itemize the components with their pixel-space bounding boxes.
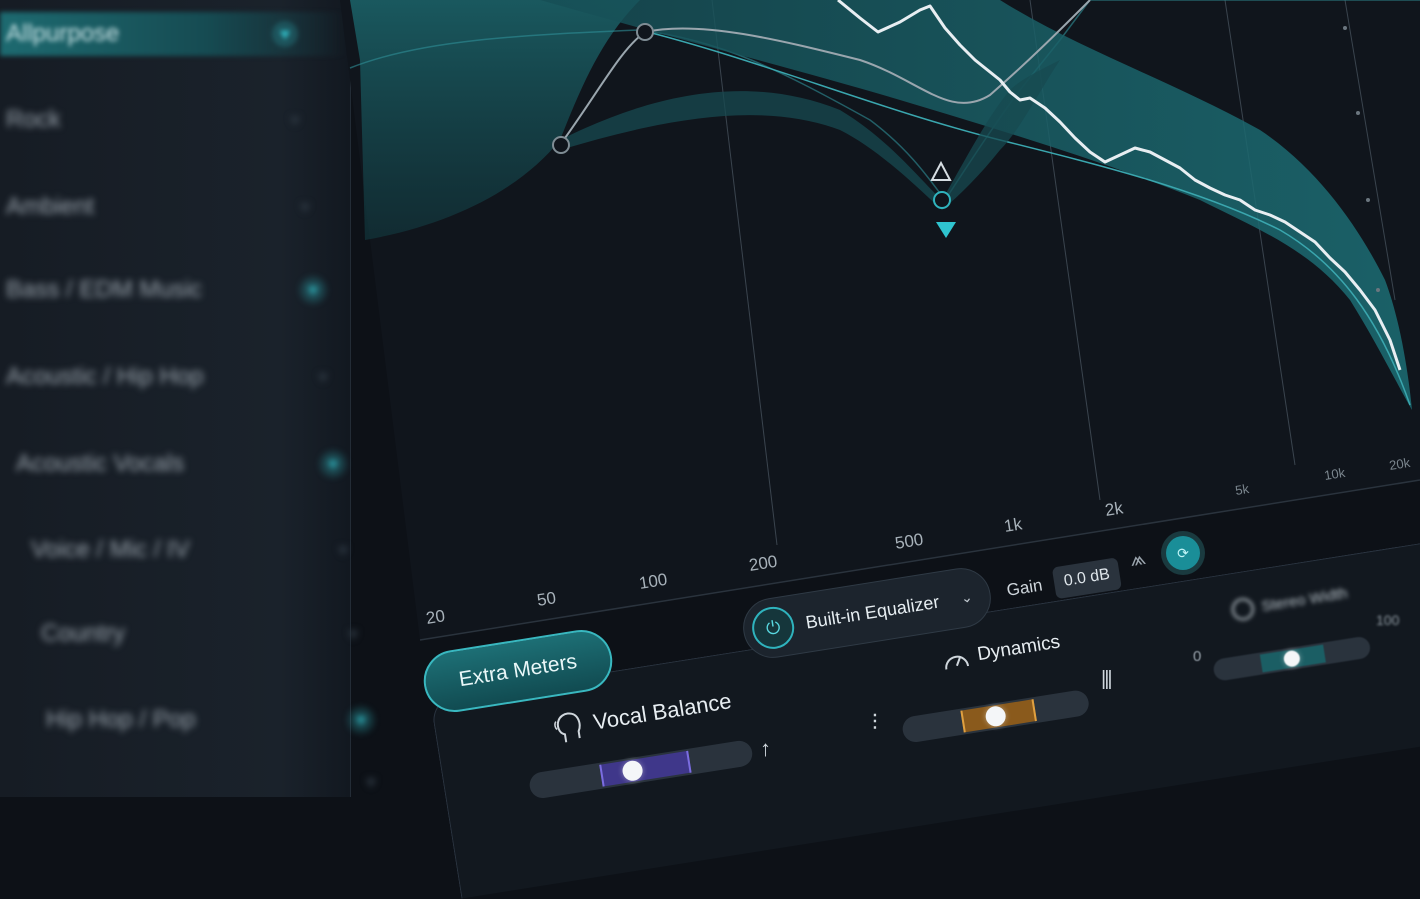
- eq-node-mid[interactable]: [933, 191, 951, 209]
- freq-label: 5k: [1234, 481, 1250, 498]
- gain-value-field[interactable]: 0.0 dB: [1051, 557, 1123, 600]
- stereo-min-label: 0: [1193, 648, 1202, 665]
- gauge-icon: [945, 655, 970, 670]
- bars-icon: |||: [1101, 668, 1113, 690]
- freq-label: 50: [536, 588, 558, 610]
- power-icon[interactable]: ⏻: [749, 603, 798, 652]
- waveform-icon: ⫶: [872, 710, 878, 735]
- eq-node-lowmid[interactable]: [636, 23, 654, 41]
- extra-meters-label: Extra Meters: [457, 649, 579, 692]
- arrow-up-icon: ↑: [760, 736, 771, 761]
- vocal-head-icon: [554, 712, 581, 743]
- eq-node-low[interactable]: [552, 136, 570, 154]
- stereo-icon: [1230, 596, 1256, 622]
- freq-label: 1k: [1003, 514, 1024, 536]
- chevron-down-icon[interactable]: ⌄: [960, 588, 974, 607]
- freq-label: 2k: [1104, 498, 1125, 520]
- loop-icon: ⟳: [1177, 544, 1189, 561]
- stereo-max-label: 100: [1376, 612, 1400, 628]
- gain-label: Gain: [1005, 575, 1044, 600]
- eq-toggle-button[interactable]: ⟳: [1166, 536, 1200, 570]
- spectrum-icon[interactable]: ⩕: [1128, 547, 1147, 572]
- equalizer-label: Built-in Equalizer: [804, 591, 941, 633]
- freq-label: 20: [425, 606, 447, 628]
